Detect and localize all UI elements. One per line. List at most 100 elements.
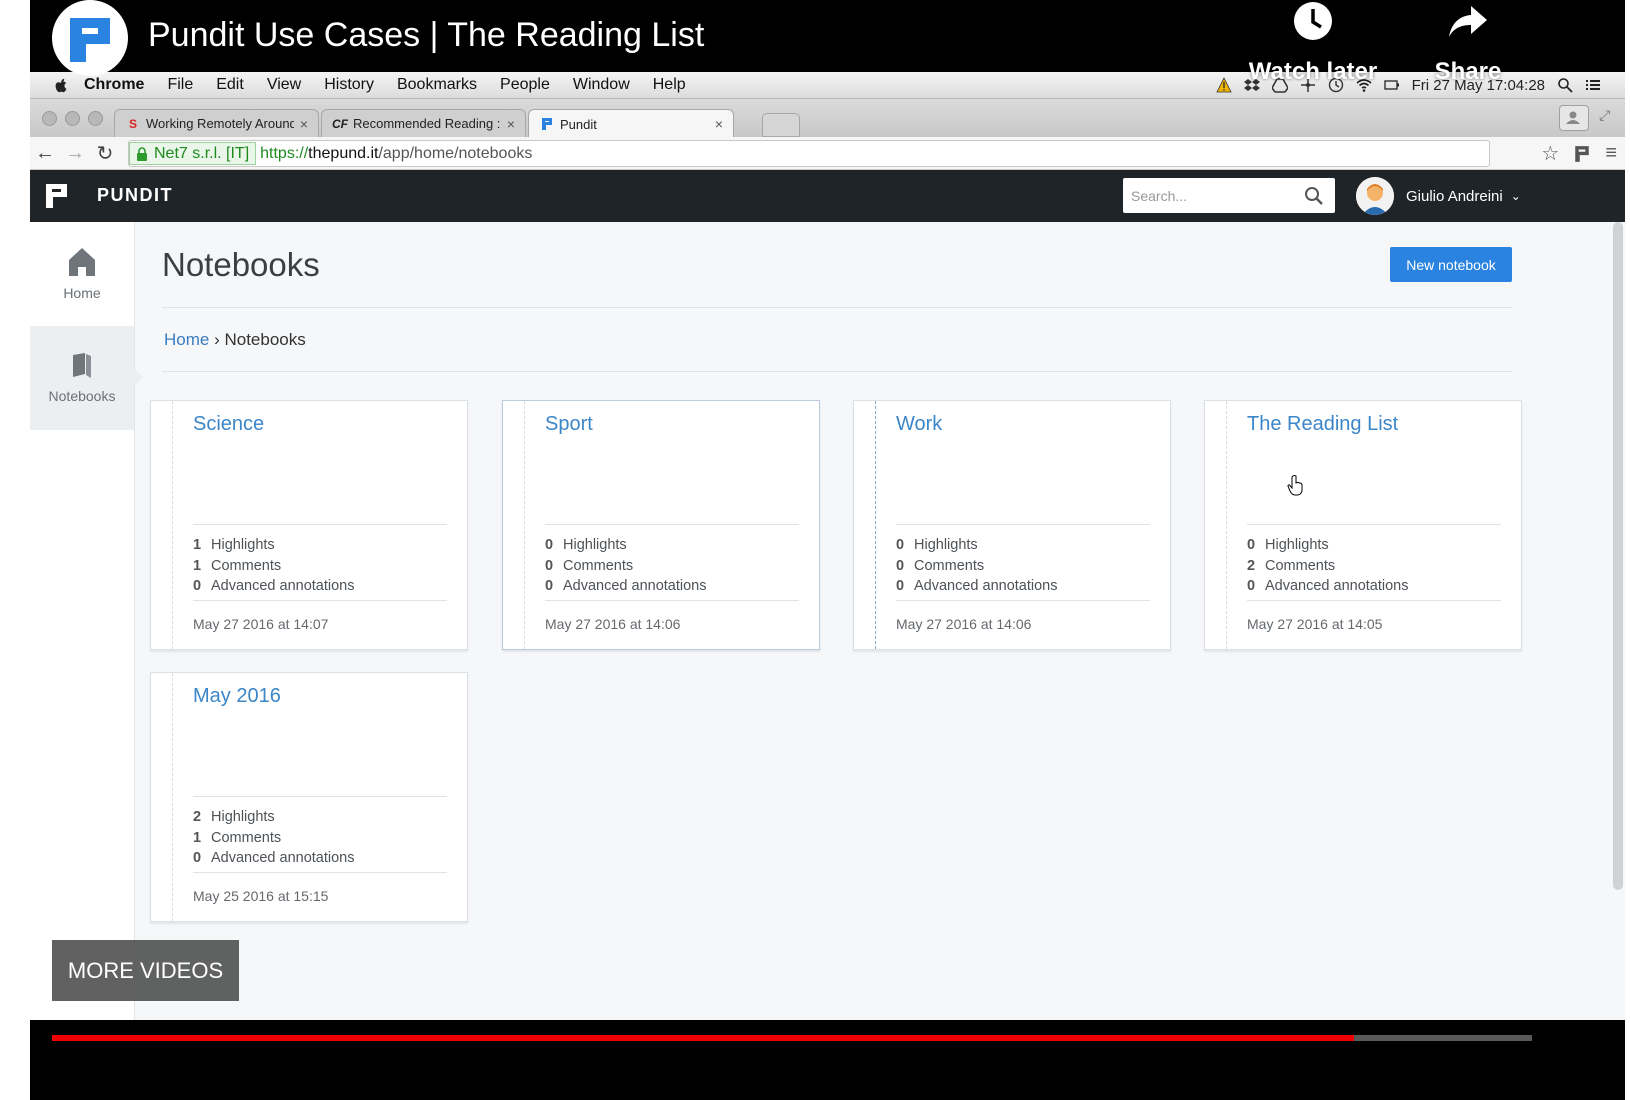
menu-people[interactable]: People xyxy=(500,76,550,94)
notebook-stats: 0 Highlights 0 Comments 0 Advanced annotati… xyxy=(545,535,707,597)
avatar xyxy=(1356,177,1394,215)
divider xyxy=(1247,600,1501,601)
new-tab-button[interactable] xyxy=(762,113,800,137)
stat-label: Comments xyxy=(563,557,634,574)
menu-edit[interactable]: Edit xyxy=(216,76,244,94)
notebook-stats: 0 Highlights 0 Comments 0 Advanced annotati… xyxy=(896,535,1058,597)
menu-window[interactable]: Window xyxy=(573,76,630,94)
divider xyxy=(193,796,447,797)
notebook-title[interactable]: The Reading List xyxy=(1247,413,1398,436)
menu-view[interactable]: View xyxy=(267,76,301,94)
divider xyxy=(162,371,1512,372)
tab-close-icon[interactable]: × xyxy=(715,116,723,132)
notebook-title[interactable]: Work xyxy=(896,413,942,436)
stat-row: 1 Highlights xyxy=(193,535,355,556)
pundit-app: PUNDIT Giulio Andreini ⌄ Home Notebooks xyxy=(30,170,1625,1020)
menu-file[interactable]: File xyxy=(167,76,193,94)
stat-count: 2 xyxy=(1247,557,1256,574)
menu-bookmarks[interactable]: Bookmarks xyxy=(397,76,477,94)
notebook-title[interactable]: Science xyxy=(193,413,264,436)
back-icon[interactable]: ← xyxy=(30,142,60,165)
menu-app-name[interactable]: Chrome xyxy=(84,76,144,94)
search-input[interactable] xyxy=(1129,186,1303,205)
user-menu[interactable]: Giulio Andreini ⌄ xyxy=(1356,177,1521,215)
notebook-date: May 27 2016 at 14:07 xyxy=(193,616,329,632)
stat-label: Highlights xyxy=(563,537,627,553)
notebook-card-may-2016[interactable]: May 2016 2 Highlights 1 Comments 0 Advanced… xyxy=(150,672,468,922)
breadcrumb-home-link[interactable]: Home xyxy=(164,330,209,349)
stat-label: Comments xyxy=(1265,557,1336,574)
zoom-window-button[interactable] xyxy=(88,111,103,126)
stat-label: Comments xyxy=(211,829,282,846)
more-videos-button[interactable]: MORE VIDEOS xyxy=(52,940,239,1001)
share-button[interactable]: Share xyxy=(1428,0,1508,86)
notebook-card-science[interactable]: Science 1 Highlights 1 Comments 0 Advanced … xyxy=(150,400,468,650)
hand-cursor-icon xyxy=(1287,475,1303,496)
notebook-card-sport[interactable]: Sport 0 Highlights 0 Comments 0 Advanced an… xyxy=(502,400,820,650)
pundit-favicon-icon xyxy=(542,118,552,130)
video-title[interactable]: Pundit Use Cases | The Reading List xyxy=(148,16,704,55)
warning-icon[interactable] xyxy=(1215,77,1232,93)
forward-icon[interactable]: → xyxy=(60,142,90,165)
browser-tab[interactable]: S Working Remotely Around × xyxy=(114,109,319,137)
sidebar-item-home[interactable]: Home xyxy=(30,222,134,326)
tab-favicon: CF xyxy=(332,116,348,131)
minimize-window-button[interactable] xyxy=(65,111,80,126)
pundit-channel-icon xyxy=(70,18,110,62)
ev-certificate-badge[interactable]: Net7 s.r.l. [IT] xyxy=(129,142,257,165)
stat-label: Comments xyxy=(914,557,985,574)
menu-history[interactable]: History xyxy=(324,76,374,94)
profile-button[interactable] xyxy=(1559,105,1589,131)
divider xyxy=(896,524,1150,525)
apple-icon[interactable] xyxy=(50,76,72,94)
search-icon[interactable] xyxy=(1303,185,1325,207)
menu-help[interactable]: Help xyxy=(653,76,686,94)
reload-icon[interactable]: ↻ xyxy=(90,141,120,166)
spotlight-icon[interactable] xyxy=(1557,77,1573,93)
brand-name[interactable]: PUNDIT xyxy=(97,185,173,206)
address-bar[interactable]: Net7 s.r.l. [IT] https://thepund.it/app/… xyxy=(128,140,1490,167)
battery-icon[interactable] xyxy=(1383,77,1400,93)
close-window-button[interactable] xyxy=(42,111,57,126)
stat-count: 0 xyxy=(896,578,905,594)
video-progress-fill xyxy=(52,1035,1355,1041)
sidebar-item-notebooks[interactable]: Notebooks xyxy=(30,326,143,430)
page-scrollbar[interactable] xyxy=(1613,222,1623,890)
stat-label: Advanced annotations xyxy=(1265,578,1409,594)
notebook-title[interactable]: May 2016 xyxy=(193,685,281,708)
url-path: /app/home/notebooks xyxy=(378,144,533,162)
browser-tab-active[interactable]: Pundit × xyxy=(528,109,734,138)
mac-menubar: Chrome File Edit View History Bookmarks … xyxy=(30,72,1625,99)
book-icon xyxy=(73,353,91,378)
breadcrumb: Home › Notebooks xyxy=(164,330,306,350)
stat-row: 1 Comments xyxy=(193,556,355,577)
url-scheme: https:// xyxy=(260,144,309,162)
channel-logo[interactable] xyxy=(52,0,128,76)
tab-close-icon[interactable]: × xyxy=(300,116,308,132)
watch-later-button[interactable]: Watch later xyxy=(1242,0,1384,86)
browser-tab[interactable]: CF Recommended Reading : T × xyxy=(321,109,526,137)
tab-title: Pundit xyxy=(560,116,597,132)
notebook-title[interactable]: Sport xyxy=(545,413,593,436)
menu-hamburger-icon[interactable]: ≡ xyxy=(1605,142,1617,165)
ev-label: Net7 s.r.l. [IT] xyxy=(154,144,250,162)
bookmark-star-icon[interactable]: ☆ xyxy=(1541,141,1559,166)
sidebar-item-label: Notebooks xyxy=(48,388,116,404)
breadcrumb-separator: › xyxy=(209,330,225,349)
notification-center-icon[interactable] xyxy=(1585,77,1601,93)
tab-close-icon[interactable]: × xyxy=(507,116,515,132)
browser-toolbar: ← → ↻ Net7 s.r.l. [IT] https://thepund.i… xyxy=(30,137,1625,170)
video-progress-bar[interactable] xyxy=(52,1035,1532,1041)
stat-count: 0 xyxy=(545,578,554,594)
pundit-logo-icon[interactable] xyxy=(44,182,70,210)
notebook-card-work[interactable]: Work 0 Highlights 0 Comments 0 Advanced ann… xyxy=(853,400,1171,650)
notebook-card-reading-list[interactable]: The Reading List 0 Highlights 2 Comments 0… xyxy=(1204,400,1522,650)
fullscreen-icon[interactable]: ⤢ xyxy=(1599,107,1615,123)
tab-title: Recommended Reading : T xyxy=(353,116,501,131)
new-notebook-button[interactable]: New notebook xyxy=(1390,247,1512,282)
stat-row: 0 Comments xyxy=(896,556,1058,577)
pundit-extension-icon[interactable] xyxy=(1573,145,1591,163)
app-topbar: PUNDIT Giulio Andreini ⌄ xyxy=(30,170,1625,222)
stat-row: 0 Advanced annotations xyxy=(545,576,707,597)
notebook-date: May 27 2016 at 14:06 xyxy=(896,616,1032,632)
